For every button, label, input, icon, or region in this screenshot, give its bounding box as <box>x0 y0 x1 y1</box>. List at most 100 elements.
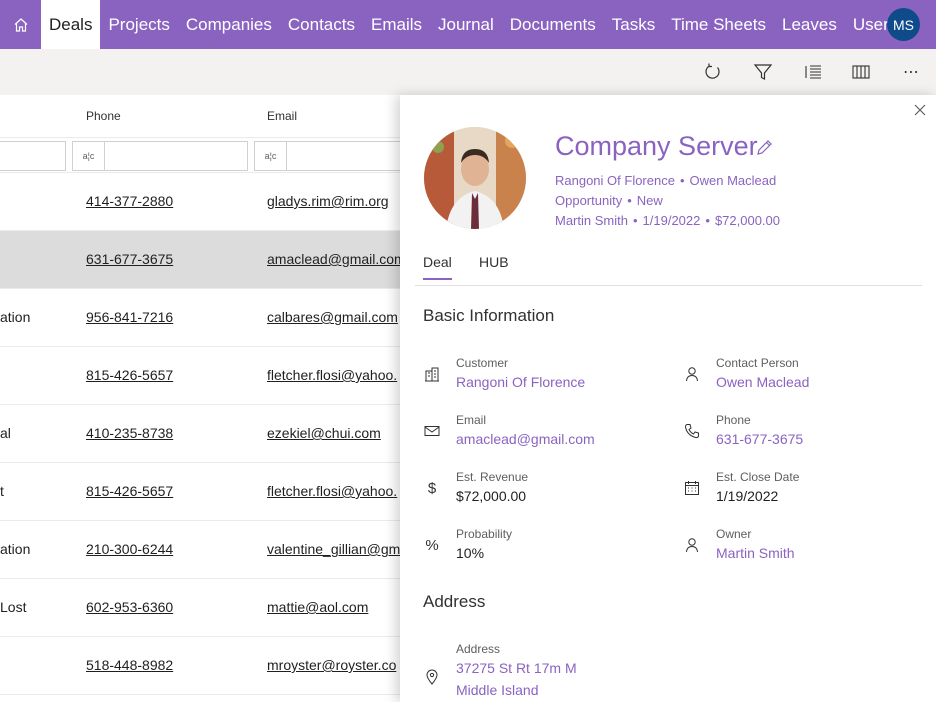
nav-emails[interactable]: Emails <box>363 0 430 49</box>
nav-companies[interactable]: Companies <box>178 0 280 49</box>
field-label: Contact Person <box>716 356 799 370</box>
address-line-1[interactable]: 37275 St Rt 17m M <box>456 660 577 676</box>
phone-filter-input[interactable]: a¦c <box>72 141 248 171</box>
email-link[interactable]: amaclead@gmail.com <box>456 431 595 447</box>
table-row[interactable]: 815-426-5657 fletcher.flosi@yahoo. <box>0 347 400 405</box>
meta-separator: • <box>627 193 632 208</box>
building-icon <box>423 365 441 383</box>
phone-link[interactable]: 631-677-3675 <box>86 251 173 267</box>
phone-link[interactable]: 210-300-6244 <box>86 541 173 557</box>
email-link[interactable]: gladys.rim@rim.org <box>267 193 389 209</box>
nav-documents[interactable]: Documents <box>502 0 604 49</box>
nav-journal[interactable]: Journal <box>430 0 502 49</box>
address-heading: Address <box>423 592 486 611</box>
tab-hub[interactable]: HUB <box>479 254 509 278</box>
nav-time-sheets[interactable]: Time Sheets <box>663 0 774 49</box>
nav-contacts[interactable]: Contacts <box>280 0 363 49</box>
phone-link[interactable]: 414-377-2880 <box>86 193 173 209</box>
phone-link[interactable]: 815-426-5657 <box>86 483 173 499</box>
text-filter-icon[interactable]: a¦c <box>255 142 287 170</box>
tab-deal[interactable]: Deal <box>423 254 452 280</box>
deal-detail-panel: Company Server Rangoni Of Florence • Owen … <box>400 95 936 702</box>
refresh-icon[interactable] <box>702 61 724 83</box>
field-label: Address <box>456 642 501 656</box>
email-link[interactable]: amaclead@gmail.com <box>267 251 400 267</box>
user-avatar[interactable]: MS <box>887 8 920 41</box>
meta-separator: • <box>705 213 710 228</box>
field-label: Customer <box>456 356 509 370</box>
column-header-phone[interactable]: Phone <box>86 109 121 123</box>
email-link[interactable]: calbares@gmail.com <box>267 309 398 325</box>
text-filter-icon[interactable]: a¦c <box>73 142 105 170</box>
owner-link[interactable]: Martin Smith <box>716 545 795 561</box>
email-link[interactable]: fletcher.flosi@yahoo. <box>267 483 397 499</box>
phone-link[interactable]: 602-953-6360 <box>86 599 173 615</box>
person-icon <box>683 536 701 554</box>
nav-leaves[interactable]: Leaves <box>774 0 845 49</box>
meta-contact-link[interactable]: Owen Maclead <box>690 173 777 188</box>
close-date-field: Est. Close Date 1/19/2022 <box>683 470 923 514</box>
table-row[interactable]: t 815-426-5657 fletcher.flosi@yahoo. <box>0 463 400 521</box>
field-label: Phone <box>716 413 751 427</box>
table-row[interactable]: ation 210-300-6244 valentine_gillian@gm <box>0 521 400 579</box>
command-toolbar: ⋯ <box>0 49 936 95</box>
detail-tabs: Deal HUB <box>415 250 922 286</box>
field-label: Probability <box>456 527 513 541</box>
close-icon[interactable] <box>913 103 927 117</box>
deal-contact-photo <box>424 127 526 229</box>
stage-filter-input[interactable] <box>0 141 66 171</box>
stage-cell: ation <box>0 309 31 325</box>
phone-link[interactable]: 518-448-8982 <box>86 657 173 673</box>
table-row[interactable]: 414-377-2880 gladys.rim@rim.org <box>0 173 400 231</box>
field-label: Est. Revenue <box>456 470 529 484</box>
stage-cell: ation <box>0 541 31 557</box>
grid-header: Phone Email <box>0 95 400 137</box>
email-link[interactable]: valentine_gillian@gm <box>267 541 400 557</box>
deals-grid: Phone Email a¦c a¦c 414-377-2880 gladys.r… <box>0 95 400 702</box>
email-link[interactable]: mroyster@royster.co <box>267 657 396 673</box>
edit-pencil-icon[interactable] <box>755 139 773 157</box>
columns-icon[interactable] <box>850 61 872 83</box>
meta-company-link[interactable]: Rangoni Of Florence <box>555 173 675 188</box>
column-header-email[interactable]: Email <box>267 109 297 123</box>
phone-link[interactable]: 815-426-5657 <box>86 367 173 383</box>
filter-icon[interactable] <box>752 61 774 83</box>
list-view-icon[interactable] <box>802 61 824 83</box>
nav-tasks[interactable]: Tasks <box>604 0 663 49</box>
table-row[interactable]: al 410-235-8738 ezekiel@chui.com <box>0 405 400 463</box>
email-filter-input[interactable]: a¦c <box>254 141 400 171</box>
revenue-value: $72,000.00 <box>456 488 527 504</box>
basic-information-heading: Basic Information <box>423 306 555 325</box>
table-row[interactable]: ation 956-841-7216 calbares@gmail.com <box>0 289 400 347</box>
stage-cell: Lost <box>0 599 27 615</box>
email-link[interactable]: mattie@aol.com <box>267 599 368 615</box>
deal-meta-owner-date-amount: Martin Smith • 1/19/2022 • $72,000.00 <box>555 213 780 228</box>
home-button[interactable] <box>0 0 41 49</box>
nav-deals[interactable]: Deals <box>41 0 101 49</box>
nav-projects[interactable]: Projects <box>100 0 177 49</box>
phone-link[interactable]: 956-841-7216 <box>86 309 173 325</box>
meta-type: Opportunity <box>555 193 623 208</box>
table-row[interactable]: Lost 602-953-6360 mattie@aol.com <box>0 579 400 637</box>
meta-separator: • <box>632 213 638 228</box>
contact-person-link[interactable]: Owen Maclead <box>716 374 809 390</box>
location-pin-icon <box>423 668 441 686</box>
phone-link[interactable]: 631-677-3675 <box>716 431 803 447</box>
stage-cell: al <box>0 425 11 441</box>
top-navigation: Deals Projects Companies Contacts Emails… <box>0 0 936 49</box>
customer-link[interactable]: Rangoni Of Florence <box>456 374 585 390</box>
table-row[interactable]: 631-677-3675 amaclead@gmail.com <box>0 231 400 289</box>
deal-meta-type-stage: Opportunity • New <box>555 193 663 208</box>
meta-date: 1/19/2022 <box>642 213 701 228</box>
phone-link[interactable]: 410-235-8738 <box>86 425 173 441</box>
email-link[interactable]: fletcher.flosi@yahoo. <box>267 367 397 383</box>
email-link[interactable]: ezekiel@chui.com <box>267 425 381 441</box>
table-row[interactable]: 518-448-8982 mroyster@royster.co <box>0 637 400 695</box>
calendar-icon <box>683 479 701 497</box>
more-icon[interactable]: ⋯ <box>900 61 922 83</box>
deal-title: Company Server <box>555 131 758 161</box>
home-icon <box>14 17 27 32</box>
percent-icon: % <box>425 536 439 554</box>
meta-owner[interactable]: Martin Smith <box>555 213 628 228</box>
address-line-2[interactable]: Middle Island <box>456 682 539 698</box>
